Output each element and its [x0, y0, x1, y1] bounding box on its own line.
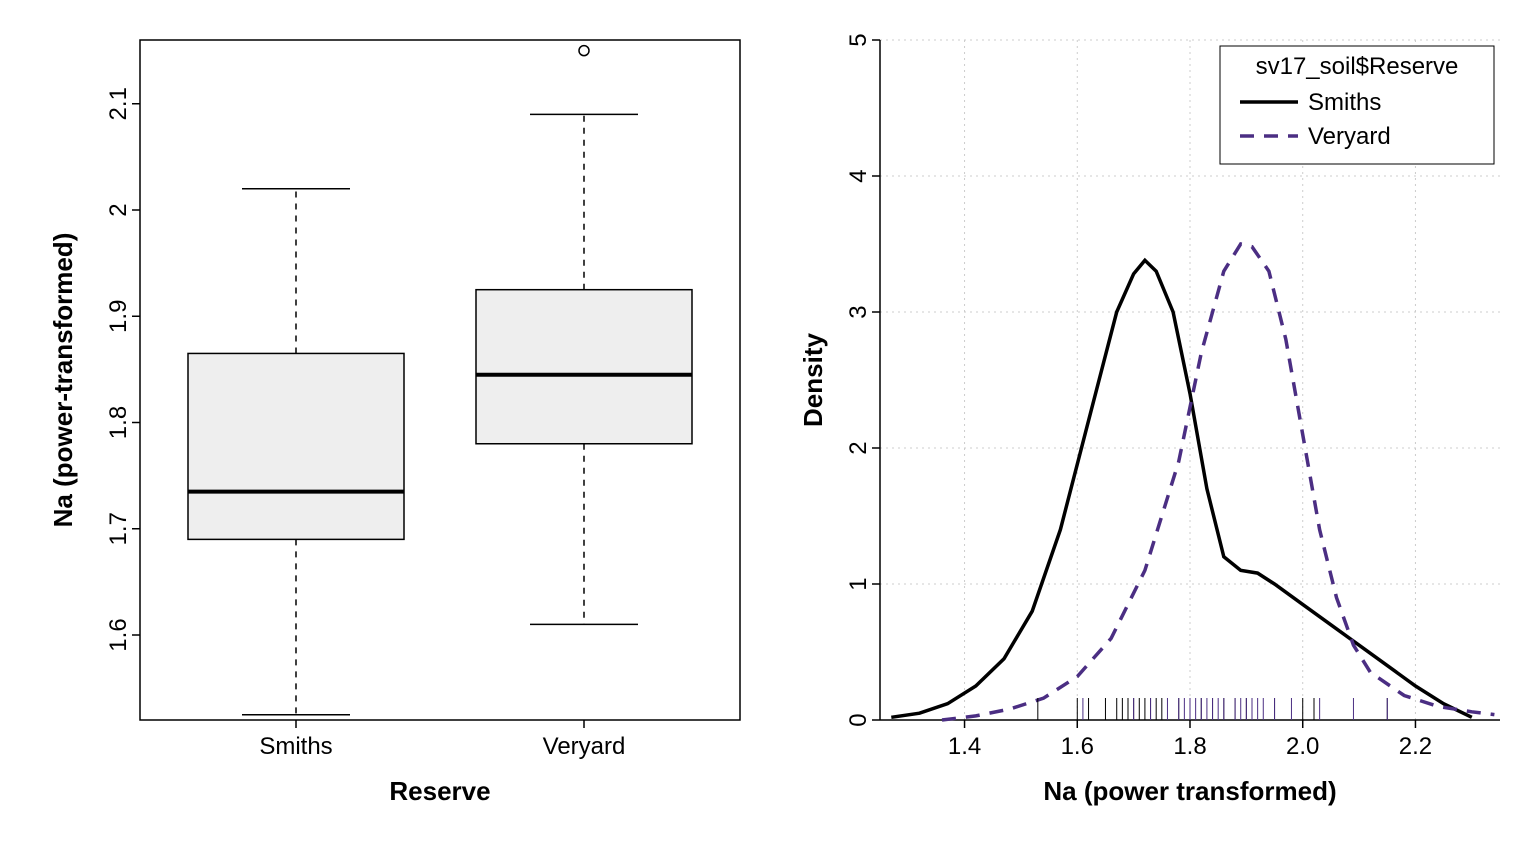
category-label: Smiths — [259, 733, 332, 760]
x-axis-label: Reserve — [389, 776, 490, 806]
x-tick-label: 2.0 — [1286, 733, 1319, 760]
legend-label: Veryard — [1308, 123, 1391, 150]
y-tick-label: 2 — [845, 441, 872, 454]
y-axis-label: Density — [798, 333, 828, 427]
x-tick-label: 1.8 — [1173, 733, 1206, 760]
y-tick-label: 0 — [845, 713, 872, 726]
box — [476, 290, 692, 444]
y-tick-label: 2.1 — [105, 87, 132, 120]
outlier-point — [579, 46, 589, 56]
legend-title: sv17_soil$Reserve — [1256, 53, 1459, 80]
x-tick-label: 1.4 — [948, 733, 981, 760]
y-axis-label: Na (power-transformed) — [48, 233, 78, 528]
box — [188, 353, 404, 539]
y-tick-label: 5 — [845, 33, 872, 46]
x-tick-label: 1.6 — [1061, 733, 1094, 760]
boxplot-panel: 1.6 1.7 1.8 1.9 2 2.1 Smiths Veryard Reserve Na (… — [48, 40, 740, 806]
y-tick-label: 2 — [105, 203, 132, 216]
legend-label: Smiths — [1308, 89, 1381, 116]
density-curve-smiths — [891, 260, 1472, 717]
y-tick-label: 1.9 — [105, 300, 132, 333]
x-tick-label: 2.2 — [1399, 733, 1432, 760]
y-tick-label: 3 — [845, 305, 872, 318]
y-tick-label: 1 — [845, 577, 872, 590]
y-tick-label: 1.6 — [105, 618, 132, 651]
y-tick-label: 1.7 — [105, 512, 132, 545]
category-label: Veryard — [543, 733, 626, 760]
density-panel: 1.4 1.6 1.8 2.0 2.2 0 1 2 3 4 5 Na (power transform… — [798, 33, 1500, 806]
figure: 1.6 1.7 1.8 1.9 2 2.1 Smiths Veryard Reserve Na (… — [0, 0, 1536, 864]
x-axis-label: Na (power transformed) — [1043, 776, 1336, 806]
y-tick-label: 4 — [845, 169, 872, 182]
y-tick-label: 1.8 — [105, 406, 132, 439]
density-curve-veryard — [942, 244, 1494, 720]
